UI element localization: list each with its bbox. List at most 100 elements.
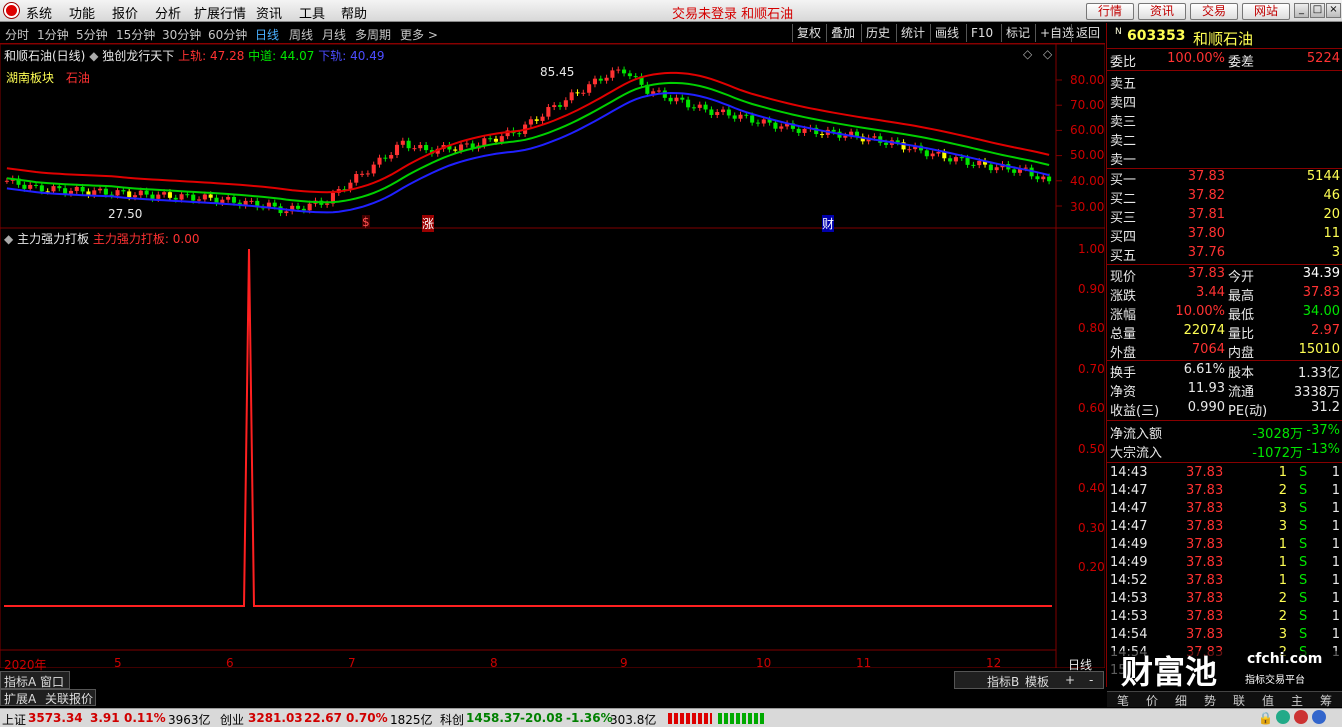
quote-panel-tab[interactable]: 价 [1146, 692, 1158, 709]
period-15min[interactable]: 15分钟 [116, 26, 155, 43]
candle-body [1041, 176, 1046, 180]
candle-body [627, 73, 632, 77]
zoom-in-button[interactable]: + [1065, 673, 1075, 687]
candle-body [686, 99, 691, 108]
menu-system[interactable]: 系统 [26, 3, 52, 22]
menu-analysis[interactable]: 分析 [155, 3, 181, 22]
menu-quote[interactable]: 报价 [112, 3, 138, 22]
indicator-name[interactable]: 独创龙行天下 [102, 49, 174, 63]
close-icon[interactable]: × [1326, 3, 1341, 18]
candle-body [761, 119, 766, 124]
status-item: 科创 [440, 713, 465, 727]
tool-adjust[interactable]: 复权 [792, 24, 825, 42]
maximize-icon[interactable]: □ [1310, 3, 1325, 18]
menu-function[interactable]: 功能 [69, 3, 95, 22]
menu-tools[interactable]: 工具 [299, 3, 325, 22]
tick-volume: 3 [1278, 627, 1287, 642]
tab-template[interactable]: 模板 [1025, 673, 1049, 690]
zoom-out-button[interactable]: - [1089, 673, 1093, 687]
menu-news[interactable]: 资讯 [256, 3, 282, 22]
tool-mark[interactable]: 标记 [1001, 24, 1034, 42]
buy-row: 买五 37.76 3 [1107, 245, 1342, 264]
tool-stats[interactable]: 统计 [896, 24, 929, 42]
quote-panel-tab[interactable]: 细 [1175, 692, 1187, 709]
period-1min[interactable]: 1分钟 [37, 26, 69, 43]
candle-body [633, 76, 638, 78]
lock-icon[interactable]: 🔒 [1258, 711, 1273, 725]
candle-body [400, 140, 405, 145]
period-30min[interactable]: 30分钟 [162, 26, 201, 43]
tool-f10[interactable]: F10 [966, 24, 997, 42]
period-multi[interactable]: 多周期 [355, 26, 391, 43]
quote-panel-tab[interactable]: 筹 [1320, 692, 1332, 709]
status-item: 1825亿 [390, 713, 433, 727]
expand-diamond-icon[interactable]: ◇ [1043, 47, 1052, 61]
period-monthly[interactable]: 月线 [322, 26, 346, 43]
candle-body [534, 119, 539, 121]
tick-volume: 3 [1278, 519, 1287, 534]
sub-indicator-title[interactable]: 主力强力打板 [17, 232, 89, 246]
status-item: -20.08 [520, 711, 563, 725]
tick-count: 1 [1331, 483, 1340, 498]
stat-label: 外盘 [1110, 346, 1137, 361]
menu-extended-quote[interactable]: 扩展行情 [194, 3, 246, 22]
sell-level-label: 卖三 [1110, 115, 1137, 130]
website-button[interactable]: 网站 [1242, 3, 1290, 20]
tab-extend-a[interactable]: 扩展A [4, 690, 36, 707]
quote-panel-tab[interactable]: 势 [1204, 692, 1216, 709]
info-icon[interactable] [1312, 710, 1326, 724]
buy-volume: 11 [1323, 226, 1340, 241]
chart-frame [0, 44, 1105, 668]
tool-overlay[interactable]: 叠加 [826, 24, 859, 42]
tick-count: 1 [1331, 573, 1340, 588]
connection-icon[interactable] [1276, 710, 1290, 724]
news-button[interactable]: 资讯 [1138, 3, 1186, 20]
industry-label[interactable]: 石油 [66, 71, 90, 85]
candle-body [779, 126, 784, 129]
quote-panel-tab[interactable]: 主 [1291, 692, 1303, 709]
flow-row: 大宗流入 -1072万 -13% [1107, 442, 1342, 461]
tool-history[interactable]: 历史 [861, 24, 894, 42]
tab-window[interactable]: 窗口 [40, 673, 64, 690]
period-60min[interactable]: 60分钟 [208, 26, 247, 43]
period-timeshare[interactable]: 分时 [5, 26, 29, 43]
period-more[interactable]: 更多 > [400, 26, 438, 43]
stat-value: 37.83 [1187, 266, 1225, 281]
candle-body [74, 186, 79, 191]
settings-diamond-icon[interactable]: ◇ [1023, 47, 1032, 61]
tool-draw[interactable]: 画线 [930, 24, 963, 42]
tab-related-quote[interactable]: 关联报价 [45, 690, 93, 707]
quote-panel-tab[interactable]: 值 [1262, 692, 1274, 709]
candle-body [936, 151, 941, 154]
period-daily[interactable]: 日线 [255, 26, 279, 43]
buy-volume: 20 [1323, 207, 1340, 222]
menu-help[interactable]: 帮助 [341, 3, 367, 22]
tool-back[interactable]: 返回 [1071, 24, 1104, 42]
candle-body [872, 136, 877, 138]
quote-button[interactable]: 行情 [1086, 3, 1134, 20]
kline-chart-svg[interactable] [0, 44, 1105, 668]
period-5min[interactable]: 5分钟 [76, 26, 108, 43]
tab-indicator-b[interactable]: 指标B [987, 673, 1019, 690]
tick-side: S [1299, 627, 1308, 642]
event-mark-rise[interactable]: 涨 [422, 215, 435, 232]
quote-panel-tab[interactable]: 联 [1233, 692, 1245, 709]
indicator-dropdown-icon[interactable]: ◆ [89, 49, 98, 63]
status-item: 0.70% [346, 711, 388, 725]
kline-chart-area[interactable]: 和顺石油(日线) ◆ 独创龙行天下 上轨: 47.28 中道: 44.07 下轨… [0, 44, 1105, 684]
event-mark-dividend[interactable]: $ [362, 215, 370, 229]
candle-body [191, 194, 196, 201]
trade-button[interactable]: 交易 [1190, 3, 1238, 20]
candle-body [226, 197, 231, 200]
stat-row: 换手 6.61% 股本 1.33亿 [1107, 362, 1342, 381]
minimize-icon[interactable]: _ [1294, 3, 1309, 18]
sector-label[interactable]: 湖南板块 [6, 71, 54, 85]
period-weekly[interactable]: 周线 [289, 26, 313, 43]
tab-indicator-a[interactable]: 指标A [4, 673, 36, 690]
alert-icon[interactable] [1294, 710, 1308, 724]
sub-dropdown-icon[interactable]: ◆ [4, 232, 13, 246]
quote-panel-tab[interactable]: 笔 [1117, 692, 1129, 709]
event-mark-finance[interactable]: 财 [822, 215, 835, 232]
candle-body [284, 211, 289, 214]
sub-axis-label: 0.40 [1078, 481, 1105, 495]
